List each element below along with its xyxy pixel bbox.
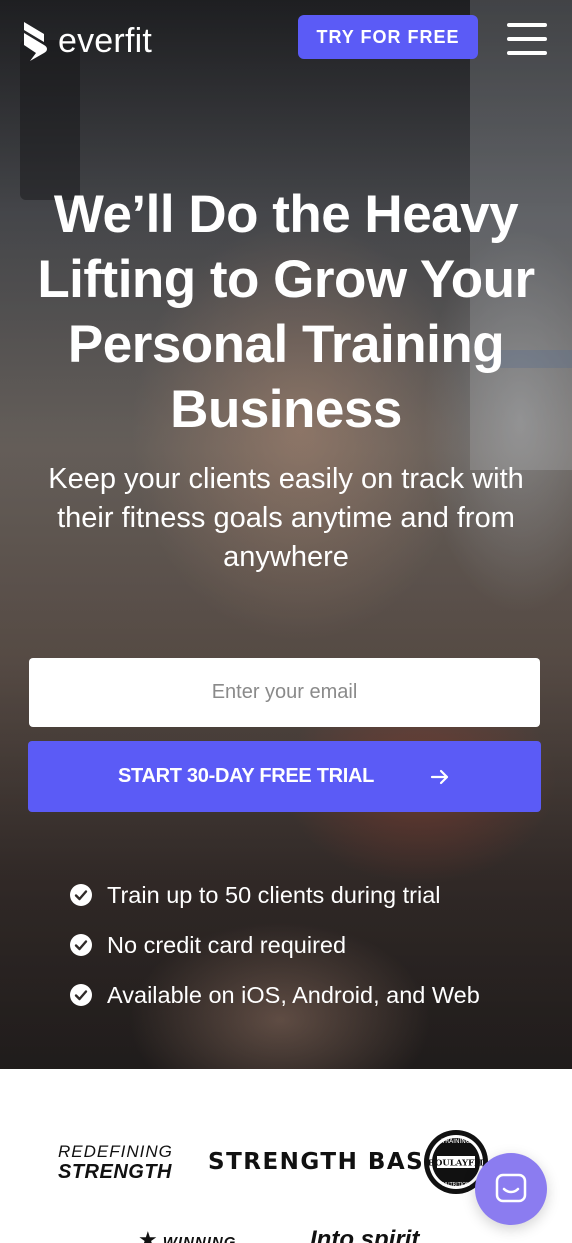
feature-checklist: Train up to 50 clients during trial No c… [70, 870, 550, 1020]
svg-text:NUTRITION: NUTRITION [442, 1182, 470, 1188]
cta-label: START 30-DAY FREE TRIAL [118, 765, 375, 787]
checklist-item: Train up to 50 clients during trial [70, 870, 550, 920]
checklist-text: No credit card required [107, 931, 347, 958]
redefining-strength-logo: REDEFINING STRENGTH [58, 1142, 178, 1184]
checklist-text: Available on iOS, Android, and Web [107, 981, 480, 1008]
chat-icon[interactable] [475, 1153, 547, 1225]
email-input[interactable] [29, 658, 540, 727]
into-spirit-logo: Into spirit [310, 1226, 420, 1243]
try-for-free-button[interactable]: TRY FOR FREE [298, 15, 478, 59]
start-free-trial-button[interactable]: START 30-DAY FREE TRIAL [28, 741, 541, 812]
star-icon: ★ [138, 1227, 159, 1243]
checklist-item: No credit card required [70, 920, 550, 970]
hero-headline: We’ll Do the Heavy Lifting to Grow Your … [37, 185, 535, 439]
redefining-logo-line1: REDEFINING [58, 1142, 173, 1161]
check-circle-icon [70, 984, 92, 1006]
hamburger-menu-icon[interactable] [507, 23, 547, 55]
winning-logo: ★ WINNING [138, 1227, 236, 1243]
logo-text: everfit [58, 22, 152, 60]
hero-section: everfit TRY FOR FREE We’ll Do the Heavy … [0, 0, 572, 1069]
checklist-text: Train up to 50 clients during trial [107, 881, 441, 908]
checklist-item: Available on iOS, Android, and Web [70, 970, 550, 1020]
check-circle-icon [70, 884, 92, 906]
winning-logo-text: WINNING [162, 1234, 237, 1243]
redefining-logo-line2: STRENGTH [58, 1161, 172, 1183]
chat-icon-glyph [495, 1173, 527, 1203]
hero-subheadline: Keep your clients easily on track with t… [48, 463, 524, 573]
svg-text:TRAINING: TRAINING [441, 1138, 471, 1145]
check-circle-icon [70, 934, 92, 956]
arrow-right-icon [430, 769, 449, 785]
everfit-logo-icon [24, 22, 47, 61]
everfit-logo[interactable]: everfit [22, 20, 152, 62]
svg-text:BOULAYFIT: BOULAYFIT [428, 1159, 485, 1169]
strength-base-logo: STRENGTH BASE [208, 1149, 442, 1175]
